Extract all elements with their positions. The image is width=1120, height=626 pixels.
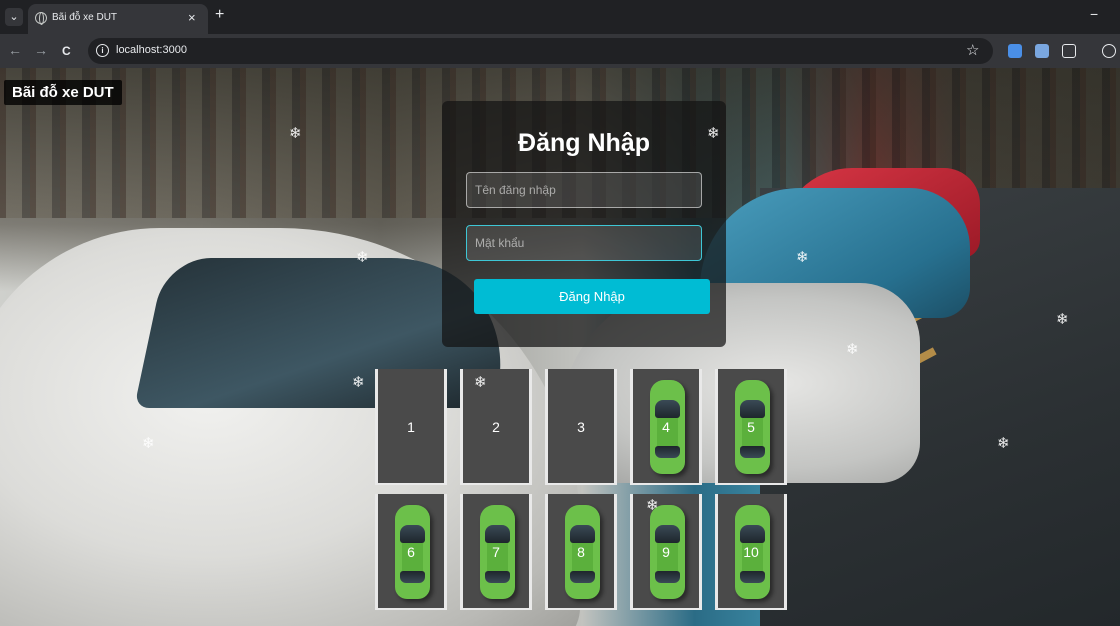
- address-bar-url: localhost:3000: [116, 44, 187, 56]
- forward-arrow-icon[interactable]: →: [34, 42, 48, 58]
- car-windshield: [400, 525, 425, 543]
- parking-slot[interactable]: 8: [545, 494, 617, 610]
- translate-extension-icon[interactable]: [1035, 44, 1049, 58]
- snowflake-icon: ❄: [646, 497, 659, 514]
- browser-toolbar: ← → C i localhost:3000 ☆: [0, 34, 1120, 68]
- extensions-puzzle-icon[interactable]: [1062, 44, 1076, 58]
- car-windshield: [740, 400, 765, 418]
- login-title: Đăng Nhập: [518, 129, 650, 157]
- parking-slot-number: 7: [492, 544, 500, 560]
- snowflake-icon: ❄: [289, 125, 302, 142]
- parking-slot-number: 10: [743, 544, 759, 560]
- parking-slot-number: 3: [577, 419, 585, 435]
- car-rear: [485, 571, 510, 583]
- site-title: Bãi đỗ xe DUT: [4, 80, 122, 105]
- parking-slot[interactable]: 1: [375, 369, 447, 485]
- car-rear: [570, 571, 595, 583]
- snowflake-icon: ❄: [707, 125, 720, 142]
- car-windshield: [570, 525, 595, 543]
- parking-slot-number: 6: [407, 544, 415, 560]
- parking-slot[interactable]: 7: [460, 494, 532, 610]
- parking-slot-number: 4: [662, 419, 670, 435]
- parking-slot[interactable]: 9: [630, 494, 702, 610]
- reload-icon[interactable]: C: [62, 44, 71, 58]
- car-windshield: [485, 525, 510, 543]
- parking-slot[interactable]: 5: [715, 369, 787, 485]
- username-input[interactable]: [466, 172, 702, 208]
- parking-lot-grid: 1 2 3 4 5 6 7 8 9 10: [375, 369, 795, 613]
- snowflake-icon: ❄: [846, 341, 859, 358]
- car-rear: [400, 571, 425, 583]
- parking-slot[interactable]: 6: [375, 494, 447, 610]
- login-form: Đăng Nhập Đăng Nhập: [442, 101, 726, 347]
- tab-title: Bãi đỗ xe DUT: [52, 12, 118, 23]
- parking-slot[interactable]: 10: [715, 494, 787, 610]
- car-rear: [655, 446, 680, 458]
- address-bar[interactable]: i localhost:3000 ☆: [88, 38, 993, 64]
- bookmark-star-icon[interactable]: ☆: [966, 41, 979, 59]
- snowflake-icon: ❄: [796, 249, 809, 266]
- car-rear: [740, 446, 765, 458]
- login-button[interactable]: Đăng Nhập: [474, 279, 710, 314]
- parking-slot-number: 1: [407, 419, 415, 435]
- back-arrow-icon[interactable]: ←: [8, 42, 22, 58]
- car-windshield: [655, 400, 680, 418]
- snowflake-icon: ❄: [997, 435, 1010, 452]
- parking-slot-number: 8: [577, 544, 585, 560]
- minimize-window-button[interactable]: −: [1090, 6, 1098, 22]
- snowflake-icon: ❄: [474, 374, 487, 391]
- password-input[interactable]: [466, 225, 702, 261]
- snowflake-icon: ❄: [1056, 311, 1069, 328]
- parking-slot-number: 5: [747, 419, 755, 435]
- car-windshield: [740, 525, 765, 543]
- site-info-icon[interactable]: i: [96, 44, 109, 57]
- globe-icon: [35, 12, 47, 25]
- page-content: Bãi đỗ xe DUT Đăng Nhập Đăng Nhập 1 2 3 4 5 6…: [0, 68, 1120, 626]
- parking-slot[interactable]: 4: [630, 369, 702, 485]
- browser-tab-active[interactable]: Bãi đỗ xe DUT ×: [28, 4, 208, 34]
- parking-slot-number: 2: [492, 419, 500, 435]
- car-rear: [740, 571, 765, 583]
- new-tab-button[interactable]: +: [215, 6, 224, 24]
- snowflake-icon: ❄: [356, 249, 369, 266]
- parking-slot[interactable]: 3: [545, 369, 617, 485]
- snowflake-icon: ❄: [352, 374, 365, 391]
- car-windshield: [655, 525, 680, 543]
- tab-search-chevron-icon[interactable]: ⌄: [5, 8, 23, 26]
- profile-icon[interactable]: [1102, 44, 1116, 58]
- parking-slot[interactable]: 2: [460, 369, 532, 485]
- extension-icon[interactable]: [1008, 44, 1022, 58]
- car-rear: [655, 571, 680, 583]
- snowflake-icon: ❄: [142, 435, 155, 452]
- browser-tab-bar: ⌄ Bãi đỗ xe DUT × + −: [0, 0, 1120, 34]
- parking-slot-number: 9: [662, 544, 670, 560]
- tab-close-icon[interactable]: ×: [188, 10, 196, 25]
